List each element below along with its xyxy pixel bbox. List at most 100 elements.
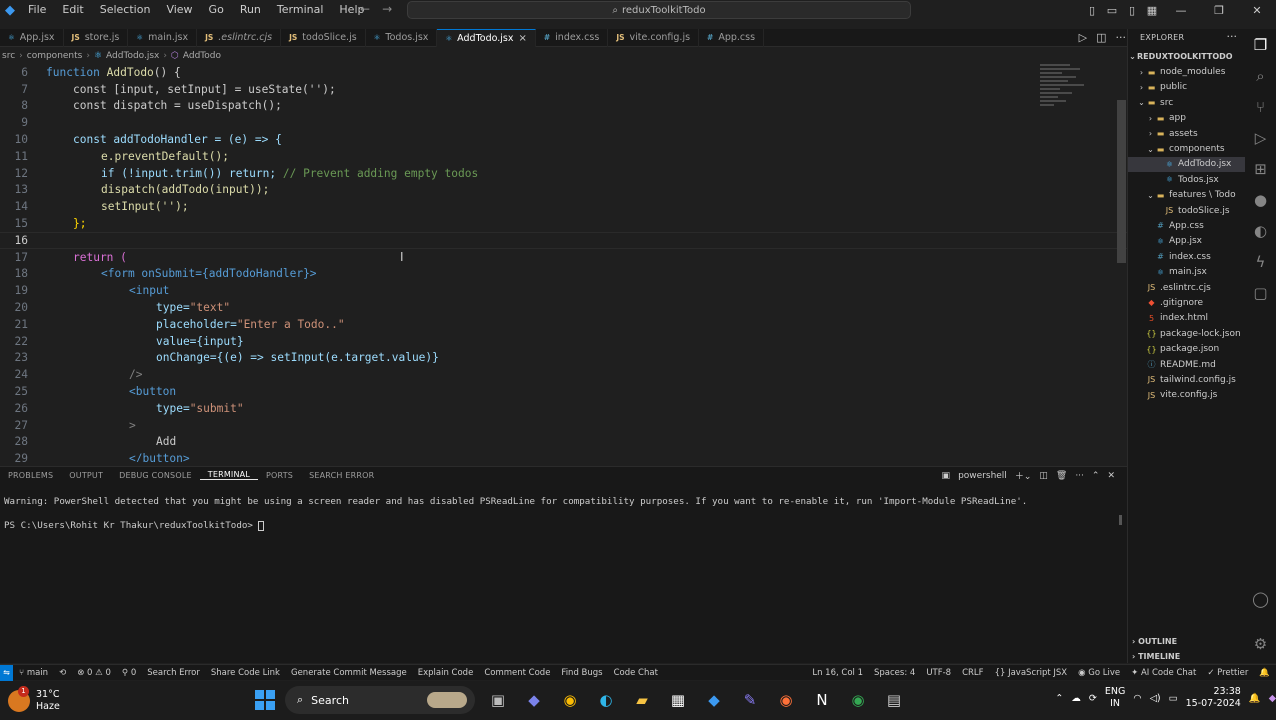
taskbar-search[interactable]: ⌕ Search	[285, 686, 475, 714]
language-mode[interactable]: {} JavaScript JSX	[995, 668, 1068, 678]
firefox-icon[interactable]: ◉	[773, 687, 799, 713]
split-terminal-icon[interactable]: ◫	[1039, 471, 1048, 481]
command-center-search[interactable]: ⌕ reduxToolkitTodo	[407, 1, 911, 19]
tree-item[interactable]: {} package-lock.json	[1128, 326, 1246, 341]
menu-edit[interactable]: Edit	[54, 0, 91, 20]
tab-addtodo-jsx[interactable]: ⚛ AddTodo.jsx ×	[437, 28, 536, 47]
panel-tab-terminal[interactable]: TERMINAL	[199, 470, 259, 480]
editor-scrollbar[interactable]	[1117, 100, 1126, 263]
run-debug-icon[interactable]: ▷	[1255, 122, 1267, 153]
close-window-icon[interactable]: ✕	[1238, 4, 1276, 17]
outline-section[interactable]: › OUTLINE	[1132, 637, 1177, 646]
close-tab-icon[interactable]: ×	[518, 33, 526, 44]
menu-run[interactable]: Run	[232, 0, 269, 20]
onedrive-icon[interactable]: ☁	[1071, 693, 1081, 704]
status-share-code-link[interactable]: Share Code Link	[211, 668, 280, 678]
breadcrumb-symbol[interactable]: AddTodo	[183, 51, 221, 61]
tab-app-jsx[interactable]: ⚛ App.jsx	[0, 28, 64, 47]
tab-todoslice-js[interactable]: JS todoSlice.js	[281, 28, 366, 47]
panel-tab-debug-console[interactable]: DEBUG CONSOLE	[111, 471, 200, 480]
panel-tab-output[interactable]: OUTPUT	[61, 471, 111, 480]
notification-bell-icon[interactable]: 🔔	[1249, 693, 1261, 704]
close-panel-icon[interactable]: ✕	[1107, 471, 1115, 481]
chat-icon[interactable]: ▢	[1253, 277, 1267, 308]
tree-item[interactable]: ⓘ README.md	[1128, 357, 1246, 372]
menu-selection[interactable]: Selection	[92, 0, 159, 20]
ports-status[interactable]: ⚲ 0	[122, 668, 136, 678]
lightning-icon[interactable]: ϟ	[1256, 246, 1266, 277]
toggle-secondary-sidebar-icon[interactable]: ▯	[1122, 4, 1142, 17]
tree-item[interactable]: {} package.json	[1128, 341, 1246, 356]
battery-icon[interactable]: ▭	[1169, 693, 1178, 704]
extensions-icon[interactable]: ⊞	[1254, 153, 1267, 184]
breadcrumb-file[interactable]: AddTodo.jsx	[106, 51, 159, 61]
status-search-error[interactable]: Search Error	[147, 668, 200, 678]
minimap[interactable]	[1040, 64, 1086, 114]
maximize-icon[interactable]: ❐	[1200, 4, 1238, 17]
indentation[interactable]: Spaces: 4	[874, 668, 915, 678]
chrome-profile-icon[interactable]: ◉	[845, 687, 871, 713]
tree-item[interactable]: › ▬ app	[1128, 111, 1246, 126]
wifi-icon[interactable]: ◠	[1133, 693, 1141, 704]
tab-store-js[interactable]: JS store.js	[64, 28, 129, 47]
show-hidden-icons-icon[interactable]: ⌃	[1055, 693, 1063, 704]
clock[interactable]: 23:38 15-07-2024	[1186, 686, 1241, 710]
breadcrumb-src[interactable]: src	[2, 51, 15, 61]
toggle-sidebar-icon[interactable]: ▯	[1082, 4, 1102, 17]
remote-icon[interactable]: ⇋	[0, 664, 13, 681]
tree-item[interactable]: JS todoSlice.js	[1128, 203, 1246, 218]
weather-widget[interactable]: 1 31°C Haze	[0, 685, 60, 713]
new-terminal-icon[interactable]: ＋⌄	[1015, 469, 1032, 482]
edge-icon[interactable]: ◐	[593, 687, 619, 713]
tree-item[interactable]: JS .eslintrc.cjs	[1128, 280, 1246, 295]
tree-item[interactable]: JS vite.config.js	[1128, 388, 1246, 403]
tree-item[interactable]: ◆ .gitignore	[1128, 295, 1246, 310]
terminal-scrollbar[interactable]	[1119, 515, 1122, 525]
search-icon[interactable]: ⌕	[1256, 60, 1264, 91]
tree-item[interactable]: ⌄ ▬ features \ Todo	[1128, 188, 1246, 203]
sync-icon[interactable]: ⟳	[1089, 693, 1097, 704]
gear-icon[interactable]: ⚙	[1254, 628, 1267, 659]
minimize-icon[interactable]: —	[1162, 4, 1200, 17]
toggle-panel-icon[interactable]: ▭	[1102, 4, 1122, 17]
tree-item[interactable]: ⚛ Todos.jsx	[1128, 172, 1246, 187]
explorer-root[interactable]: ⌄ REDUXTOOLKITTODO	[1128, 49, 1246, 64]
status-comment-code[interactable]: Comment Code	[484, 668, 550, 678]
tree-item[interactable]: ⚛ AddTodo.jsx	[1128, 156, 1246, 173]
status-find-bugs[interactable]: Find Bugs	[561, 668, 602, 678]
terminal-prompt-line[interactable]: PS C:\Users\Rohit Kr Thakur\reduxToolkit…	[4, 520, 265, 531]
tree-item[interactable]: ⌄ ▬ src	[1128, 95, 1246, 110]
tab-index-css[interactable]: # index.css	[536, 28, 609, 47]
status-explain-code[interactable]: Explain Code	[418, 668, 474, 678]
pen-app-icon[interactable]: ✎	[737, 687, 763, 713]
panel-tab-problems[interactable]: PROBLEMS	[0, 471, 61, 480]
more-actions-icon[interactable]: ···	[1116, 31, 1127, 44]
start-button[interactable]	[255, 690, 275, 710]
volume-icon[interactable]: ◁)	[1150, 693, 1161, 704]
copilot-icon[interactable]: ◆	[1269, 693, 1276, 704]
ai-code-chat-button[interactable]: ✦ AI Code Chat	[1131, 668, 1196, 678]
tree-item[interactable]: # index.css	[1128, 249, 1246, 264]
tree-item[interactable]: ⌄ ▬ components	[1128, 141, 1246, 156]
teams-icon[interactable]: ◆	[521, 687, 547, 713]
status-generate-commit[interactable]: Generate Commit Message	[291, 668, 407, 678]
ai-assistant-icon[interactable]: ◐	[1254, 215, 1267, 246]
chrome-icon[interactable]: ◉	[557, 687, 583, 713]
screen-recorder-icon[interactable]: ▤	[881, 687, 907, 713]
split-editor-icon[interactable]: ◫	[1096, 31, 1106, 44]
tab-vite-config[interactable]: JS vite.config.js	[608, 28, 700, 47]
cursor-position[interactable]: Ln 16, Col 1	[812, 668, 863, 678]
language-indicator[interactable]: ENG IN	[1105, 686, 1125, 710]
menu-view[interactable]: View	[158, 0, 200, 20]
account-icon[interactable]: ◯	[1252, 583, 1269, 614]
notion-icon[interactable]: N	[809, 687, 835, 713]
prettier-status[interactable]: ✓ Prettier	[1207, 668, 1248, 678]
terminal-shell-label[interactable]: powershell	[958, 471, 1007, 481]
tree-item[interactable]: JS tailwind.config.js	[1128, 372, 1246, 387]
end-of-line[interactable]: CRLF	[962, 668, 983, 678]
go-live-button[interactable]: ◉ Go Live	[1078, 668, 1120, 678]
github-icon[interactable]: ●	[1254, 184, 1267, 215]
run-icon[interactable]: ▷	[1079, 31, 1087, 44]
tree-item[interactable]: › ▬ node_modules	[1128, 64, 1246, 79]
tree-item[interactable]: ⚛ main.jsx	[1128, 264, 1246, 279]
